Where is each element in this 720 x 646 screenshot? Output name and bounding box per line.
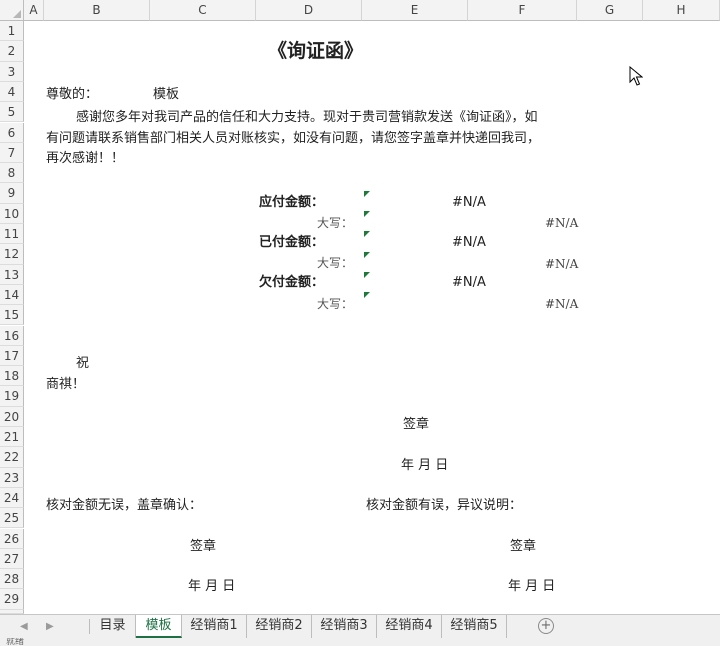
sender-date-label[interactable]: 年 月 日	[401, 456, 448, 476]
row-header-7[interactable]: 7	[0, 142, 24, 164]
column-header-f[interactable]: F	[468, 0, 577, 21]
row-header-24[interactable]: 24	[0, 487, 24, 509]
payable-uppercase-value[interactable]: #N/A	[545, 213, 578, 233]
row-header-19[interactable]: 19	[0, 386, 24, 407]
closing-business[interactable]: 商祺！	[46, 375, 85, 395]
paid-amount-label[interactable]: 已付金额：	[259, 233, 324, 253]
payable-uppercase-label[interactable]: 大写：	[317, 213, 353, 233]
column-header-e[interactable]: E	[362, 0, 468, 21]
body-line-2[interactable]: 有问题请联系销售部门相关人员对账核实，如没有问题，请您签字盖章并快递回我司，	[46, 129, 540, 149]
row-header-8[interactable]: 8	[0, 163, 24, 184]
column-header-b[interactable]: B	[44, 0, 150, 21]
paid-uppercase-value[interactable]: #N/A	[545, 254, 578, 274]
row-header-1[interactable]: 1	[0, 21, 24, 42]
error-indicator-icon	[364, 252, 370, 258]
sender-signature-label[interactable]: 签章	[403, 415, 429, 435]
paid-uppercase-label[interactable]: 大写：	[317, 253, 353, 273]
add-sheet-icon[interactable]: +	[538, 618, 554, 634]
spreadsheet-grid[interactable]: A B C D E F G H 1 2 3 4 5 6 7 8 9 10 11 …	[0, 0, 720, 614]
error-indicator-icon	[364, 231, 370, 237]
scroll-tabs-left-icon[interactable]: ◀	[20, 619, 28, 635]
row-header-12[interactable]: 12	[0, 244, 24, 265]
recipient-date-label[interactable]: 年 月 日	[188, 577, 235, 597]
mouse-pointer-icon	[629, 66, 643, 86]
discrepancy-date-label[interactable]: 年 月 日	[508, 577, 555, 597]
row-header-9[interactable]: 9	[0, 183, 24, 204]
scroll-tabs-right-icon[interactable]: ▶	[46, 619, 54, 635]
recipient-signature-label[interactable]: 签章	[190, 537, 216, 557]
row-header-21[interactable]: 21	[0, 427, 24, 448]
body-line-3[interactable]: 再次感谢！！	[46, 149, 124, 169]
tab-dealer-5[interactable]: 经销商5	[442, 615, 507, 638]
discrepancy-signature-label[interactable]: 签章	[510, 537, 536, 557]
row-header-10[interactable]: 10	[0, 203, 24, 224]
letter-title[interactable]: 《询证函》	[268, 39, 363, 63]
payable-amount-value[interactable]: #N/A	[452, 193, 486, 213]
row-header-3[interactable]: 3	[0, 61, 24, 82]
row-header-13[interactable]: 13	[0, 264, 24, 285]
tab-dealer-3[interactable]: 经销商3	[312, 615, 377, 638]
row-header-6[interactable]: 6	[0, 122, 24, 143]
row-header-27[interactable]: 27	[0, 548, 24, 570]
row-header-5[interactable]: 5	[0, 102, 24, 123]
error-indicator-icon	[364, 272, 370, 278]
tab-dealer-1[interactable]: 经销商1	[182, 615, 247, 638]
column-header-c[interactable]: C	[150, 0, 256, 21]
body-line-1[interactable]: 感谢您多年对我司产品的信任和大力支持。现对于贵司营销款发送《询证函》，如	[76, 108, 538, 128]
tab-dealer-2[interactable]: 经销商2	[247, 615, 312, 638]
row-header-14[interactable]: 14	[0, 284, 24, 306]
column-header-g[interactable]: G	[577, 0, 643, 21]
owed-amount-label[interactable]: 欠付金额：	[259, 273, 324, 293]
row-header-29[interactable]: 29	[0, 589, 24, 610]
column-header-a[interactable]: A	[24, 0, 44, 21]
paid-amount-value[interactable]: #N/A	[452, 233, 486, 253]
owed-uppercase-value[interactable]: #N/A	[545, 294, 578, 314]
row-header-15[interactable]: 15	[0, 305, 24, 326]
row-header-16[interactable]: 16	[0, 325, 24, 346]
column-header-d[interactable]: D	[256, 0, 362, 21]
row-header-17[interactable]: 17	[0, 345, 24, 367]
status-bar: 就绪	[0, 638, 720, 646]
status-ready-text: 就绪	[6, 638, 25, 646]
row-header-25[interactable]: 25	[0, 508, 24, 529]
tab-template[interactable]: 模板	[136, 615, 182, 638]
row-header-20[interactable]: 20	[0, 406, 24, 427]
row-header-28[interactable]: 28	[0, 569, 24, 590]
confirm-correct-label[interactable]: 核对金额无误，盖章确认：	[46, 496, 202, 516]
row-header-2[interactable]: 2	[0, 41, 24, 62]
closing-blessing[interactable]: 祝	[76, 354, 89, 374]
tab-directory[interactable]: 目录	[90, 615, 136, 638]
confirm-discrepancy-label[interactable]: 核对金额有误，异议说明：	[366, 496, 522, 516]
sheet-tab-bar: ◀ ▶ 目录 模板 经销商1 经销商2 经销商3 经销商4 经销商5 +	[0, 614, 720, 638]
row-header-4[interactable]: 4	[0, 81, 24, 103]
error-indicator-icon	[364, 211, 370, 217]
row-header-26[interactable]: 26	[0, 528, 24, 549]
row-header-23[interactable]: 23	[0, 467, 24, 488]
row-header-22[interactable]: 22	[0, 447, 24, 468]
error-indicator-icon	[364, 292, 370, 298]
owed-amount-value[interactable]: #N/A	[452, 273, 486, 293]
column-header-h[interactable]: H	[643, 0, 720, 21]
error-indicator-icon	[364, 191, 370, 197]
owed-uppercase-label[interactable]: 大写：	[317, 294, 353, 314]
row-header-18[interactable]: 18	[0, 366, 24, 387]
payable-amount-label[interactable]: 应付金额：	[259, 193, 324, 213]
salutation-label[interactable]: 尊敬的：	[46, 85, 98, 105]
recipient-name[interactable]: 模板	[153, 85, 179, 105]
select-all-corner[interactable]	[0, 0, 24, 21]
row-header-11[interactable]: 11	[0, 224, 24, 245]
tab-dealer-4[interactable]: 经销商4	[377, 615, 442, 638]
